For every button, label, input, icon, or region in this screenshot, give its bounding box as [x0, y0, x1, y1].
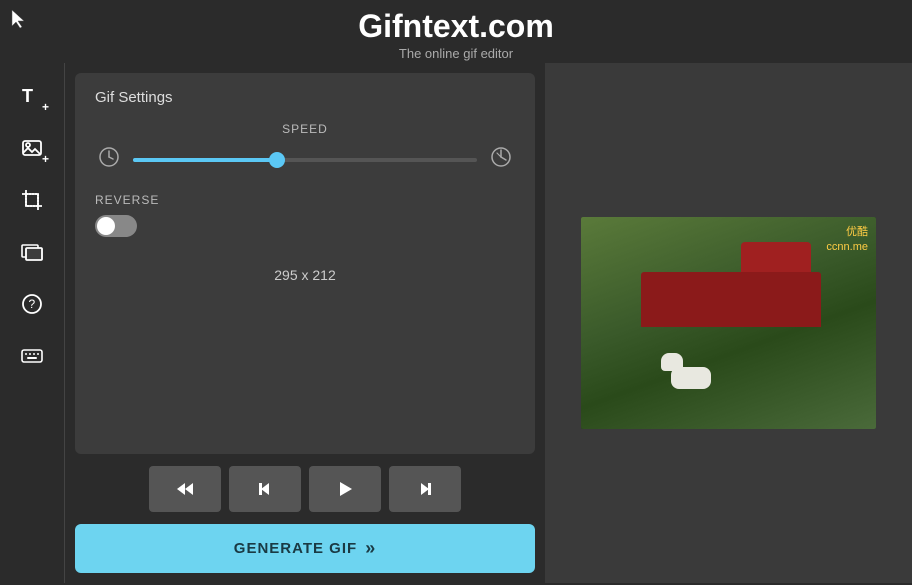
speed-label: SPEED	[95, 122, 515, 136]
reverse-section: REVERSE	[95, 193, 515, 237]
speed-section: SPEED	[95, 122, 515, 173]
sidebar-item-add-image[interactable]: +	[9, 125, 55, 171]
toggle-knob	[97, 217, 115, 235]
truck-body	[641, 272, 821, 327]
watermark-line2: ccnn.me	[826, 240, 868, 255]
right-panel: 优酷 ccnn.me	[545, 63, 912, 583]
generate-gif-label: GENERATE GIF	[234, 540, 357, 557]
speed-slider-fill	[133, 158, 277, 162]
reverse-label: REVERSE	[95, 193, 515, 207]
next-frame-button[interactable]	[389, 466, 461, 512]
center-panel: Gif Settings SPEED	[65, 63, 545, 583]
gif-preview: 优酷 ccnn.me	[581, 217, 876, 429]
sidebar: T + +	[0, 63, 65, 583]
generate-gif-button[interactable]: GENERATE GIF »	[75, 524, 535, 573]
sidebar-item-add-text[interactable]: T +	[9, 73, 55, 119]
generate-gif-chevrons: »	[365, 538, 376, 559]
watermark: 优酷 ccnn.me	[826, 225, 868, 256]
header: Gifntext.com The online gif editor	[0, 0, 912, 63]
toggle-container	[95, 215, 515, 237]
main-layout: T + +	[0, 63, 912, 583]
svg-text:?: ?	[29, 297, 36, 311]
sidebar-item-keyboard[interactable]	[9, 333, 55, 379]
play-button[interactable]	[309, 466, 381, 512]
app-subtitle: The online gif editor	[0, 46, 912, 61]
sidebar-item-crop[interactable]	[9, 177, 55, 223]
speed-slow-icon[interactable]	[95, 146, 123, 173]
dog-body	[671, 367, 711, 389]
gif-settings-box: Gif Settings SPEED	[75, 73, 535, 454]
truck-cab	[741, 242, 811, 272]
svg-text:T: T	[22, 86, 33, 106]
speed-slider-track	[133, 158, 477, 162]
dog-shape	[661, 359, 721, 399]
prev-frame-button[interactable]	[229, 466, 301, 512]
watermark-line1: 优酷	[826, 225, 868, 240]
gif-settings-title: Gif Settings	[95, 89, 515, 106]
gif-background: 优酷 ccnn.me	[581, 217, 876, 429]
speed-fast-icon[interactable]	[487, 146, 515, 173]
sidebar-item-frames[interactable]	[9, 229, 55, 275]
cursor-indicator	[8, 8, 30, 35]
app-title: Gifntext.com	[0, 8, 912, 45]
speed-slider-thumb[interactable]	[269, 152, 285, 168]
truck-shape	[641, 247, 821, 327]
add-text-plus: +	[42, 101, 49, 113]
sidebar-item-help[interactable]: ?	[9, 281, 55, 327]
add-image-plus: +	[42, 153, 49, 165]
reverse-toggle[interactable]	[95, 215, 137, 237]
dimensions-display: 295 x 212	[95, 267, 515, 283]
speed-slider[interactable]	[133, 150, 477, 170]
rewind-button[interactable]	[149, 466, 221, 512]
speed-row	[95, 146, 515, 173]
playback-controls	[75, 462, 535, 516]
